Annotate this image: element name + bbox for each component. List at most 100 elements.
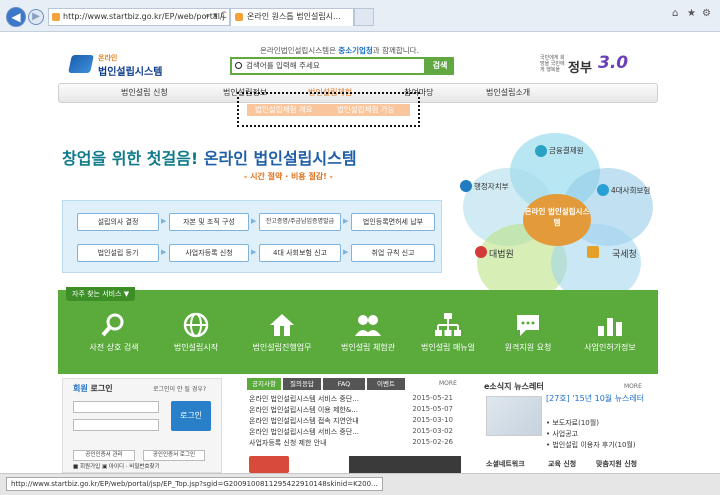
- tab-title: 온라인 원스톱 법인설립시...: [247, 12, 341, 21]
- notice-row[interactable]: 온라인 법인설립시스템 이용 제한&... 2015-05-07: [249, 405, 461, 415]
- notice-row[interactable]: 온라인 법인설립시스템 서비스 중단... 2015-03-02: [249, 427, 461, 437]
- page-content: 온라인 법인설립시스템 온라인법인설립시스템은 중소기업청과 함께합니다. 검색…: [0, 33, 720, 473]
- address-controls[interactable]: ⌕ ▾ C: [202, 8, 230, 26]
- arrow-right-icon: ▶: [161, 248, 167, 256]
- bank-icon: [535, 145, 547, 157]
- cert-manage-button[interactable]: 공인인증서 관리: [73, 450, 135, 461]
- venn-label[interactable]: 행정자치부: [474, 181, 509, 192]
- back-icon[interactable]: ◀: [6, 7, 26, 27]
- notice-date: 2015-02-26: [412, 438, 453, 446]
- headline-part1: 창업을 위한 첫걸음!: [62, 149, 204, 168]
- venn-label[interactable]: 대법원: [489, 247, 514, 260]
- venn-label[interactable]: 국세청: [612, 247, 637, 260]
- gov-version: 3.0: [598, 53, 629, 73]
- venn-label[interactable]: 4대사회보험: [611, 185, 650, 196]
- service-label: 법인설립진행업무: [252, 343, 312, 352]
- highlight-box: [237, 92, 420, 127]
- house-plus-icon: [270, 314, 294, 336]
- tab-qna[interactable]: 질의응답: [283, 378, 321, 390]
- newsletter-item[interactable]: • 보도자료(10월): [546, 418, 599, 428]
- step-button[interactable]: 법인설립 등기: [77, 244, 159, 262]
- org-chart-icon: [435, 313, 461, 336]
- venn-center: 온라인 법인설립시스템: [523, 194, 591, 246]
- gov-name: 정부: [568, 61, 592, 76]
- browser-toolbar: ◀ ▶ http://www.startbiz.go.kr/EP/web/por…: [0, 0, 720, 32]
- favorites-icon[interactable]: ★: [687, 8, 696, 19]
- arrow-right-icon: ▶: [343, 217, 349, 225]
- tagline-pre: 온라인법인설립시스템은: [260, 46, 339, 55]
- notice-title: 사업자등록 신청 제한 안내: [249, 439, 327, 447]
- newsletter-more-link[interactable]: MORE: [624, 383, 642, 390]
- education-label[interactable]: 교육 신청: [548, 459, 576, 469]
- search-button[interactable]: 검색: [426, 57, 454, 75]
- notice-row[interactable]: 온라인 법인설립시스템 서비스 중단... 2015-05-21: [249, 394, 461, 404]
- tab-notice[interactable]: 공지사항: [247, 378, 281, 390]
- step-button[interactable]: 사업자등록 신청: [169, 244, 249, 262]
- tab-favicon-icon: [235, 13, 243, 21]
- login-help-link[interactable]: 로그인이 안 될 경우?: [153, 384, 206, 393]
- forward-icon[interactable]: ▶: [28, 9, 44, 25]
- notice-tabs: 공지사항 질의응답 FAQ 이벤트: [245, 378, 461, 390]
- gov30-logo[interactable]: 국민에게 희망을 국민에게 행복을 정부 3.0: [540, 51, 630, 81]
- notice-date: 2015-05-21: [412, 394, 453, 402]
- new-tab-button[interactable]: [354, 8, 374, 26]
- id-field[interactable]: [73, 401, 159, 413]
- service-search[interactable]: 사전 상호 검색: [74, 304, 154, 370]
- home-icon[interactable]: ⌂: [672, 8, 678, 19]
- tagline-org: 중소기업청: [338, 46, 373, 55]
- nav-item-apply[interactable]: 법인설립 신청: [121, 84, 168, 102]
- page-headline: 창업을 위한 첫걸음! 온라인 법인설립시스템: [62, 145, 357, 169]
- custom-support-label[interactable]: 맞춤지원 신청: [596, 459, 637, 469]
- login-links[interactable]: ■ 회원가입 ▣ 아이디 · 비밀번호찾기: [73, 462, 160, 470]
- service-label: 법인설립 체험관: [340, 343, 396, 352]
- service-manual[interactable]: 법인설립 매뉴얼: [408, 304, 488, 370]
- gear-icon[interactable]: ⚙: [702, 8, 711, 19]
- newsletter-thumbnail[interactable]: [486, 396, 542, 436]
- venn-label[interactable]: 금융결제원: [549, 145, 584, 156]
- service-experience[interactable]: 법인설립 체험관: [328, 304, 408, 370]
- services-title-text: 자주 찾는 서비스: [72, 290, 122, 298]
- gov-slogan: 국민에게 희망을 국민에게 행복을: [540, 55, 565, 73]
- step-button[interactable]: 법인등록면허세 납부: [351, 213, 435, 231]
- service-remote[interactable]: 원격지원 요청: [488, 304, 568, 370]
- site-logo[interactable]: 온라인 법인설립시스템: [68, 51, 180, 78]
- notice-board: 공지사항 질의응답 FAQ 이벤트 MORE 온라인 법인설립시스템 서비스 중…: [245, 378, 465, 473]
- youtube-banner[interactable]: [249, 456, 289, 473]
- services-title[interactable]: 자주 찾는 서비스 ▼: [66, 287, 136, 301]
- nav-item-about[interactable]: 법인설립소개: [486, 84, 530, 102]
- logo-line2: 법인설립시스템: [98, 67, 163, 78]
- site-favicon-icon: [52, 13, 60, 21]
- tab-event[interactable]: 이벤트: [367, 378, 405, 390]
- service-label: 사업인허가정보: [584, 343, 636, 352]
- step-button[interactable]: 잔고증명/주금납입증명발급: [259, 213, 341, 231]
- browser-tab-active[interactable]: 온라인 원스톱 법인설립시...: [230, 8, 354, 26]
- notice-date: 2015-03-10: [412, 416, 453, 424]
- service-progress[interactable]: 법인설립진행업무: [242, 304, 322, 370]
- login-button[interactable]: 로그인: [171, 401, 211, 431]
- cert-login-button[interactable]: 공인인증서 로그인: [143, 450, 205, 461]
- court-icon: [475, 246, 487, 258]
- step-button[interactable]: 취업 규칙 신고: [351, 244, 435, 262]
- password-field[interactable]: [73, 419, 159, 431]
- login-title: 회원 로그인: [73, 383, 113, 394]
- tab-faq[interactable]: FAQ: [323, 378, 365, 390]
- social-network-label[interactable]: 소셜네트워크: [486, 459, 525, 469]
- step-button[interactable]: 설립의사 결정: [77, 213, 159, 231]
- newsletter-headline[interactable]: [27호] '15년 10월 뉴스레터: [546, 393, 646, 405]
- status-url: http://www.startbiz.go.kr/EP/web/portal/…: [6, 477, 383, 491]
- step-button[interactable]: 4대 사회보험 신고: [259, 244, 341, 262]
- video-banner[interactable]: [349, 456, 461, 473]
- arrow-right-icon: ▶: [161, 217, 167, 225]
- newsletter-item[interactable]: • 사업공고: [546, 429, 578, 439]
- search-input[interactable]: 검색어를 입력해 주세요: [230, 57, 426, 75]
- newsletter: e소식지 뉴스레터 MORE [27호] '15년 10월 뉴스레터 • 보도자…: [484, 378, 664, 473]
- step-button[interactable]: 자본 및 조직 구성: [169, 213, 249, 231]
- notice-row[interactable]: 온라인 법인설립시스템 접속 지연안내 2015-03-10: [249, 416, 461, 426]
- notice-date: 2015-03-02: [412, 427, 453, 435]
- notice-more-link[interactable]: MORE: [439, 380, 457, 387]
- service-permits[interactable]: 사업인허가정보: [570, 304, 650, 370]
- newsletter-item[interactable]: • 법인설립 이용자 후기(10월): [546, 440, 636, 450]
- service-start[interactable]: 법인설립시작: [156, 304, 236, 370]
- headline-part2: 온라인 법인설립시스템: [203, 149, 357, 168]
- notice-row[interactable]: 사업자등록 신청 제한 안내 2015-02-26: [249, 438, 461, 448]
